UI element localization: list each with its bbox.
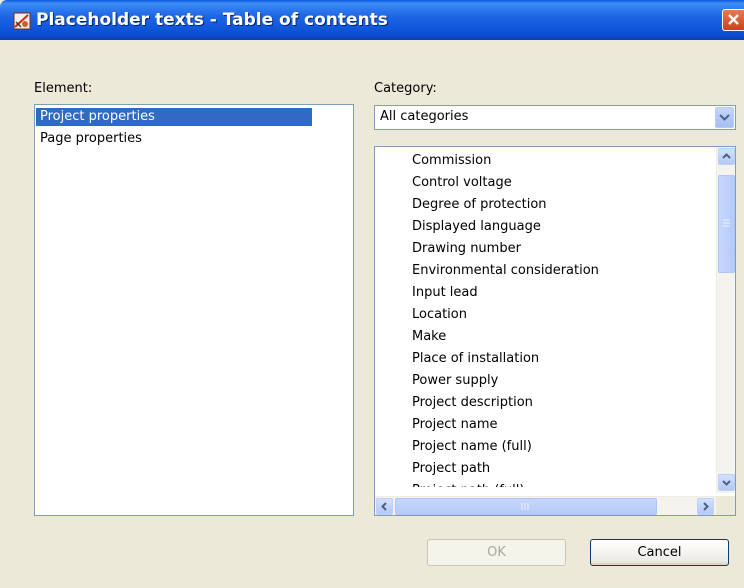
vertical-scroll-thumb[interactable] [718, 175, 735, 273]
scroll-right-button[interactable] [697, 498, 714, 515]
element-tree[interactable] [34, 104, 354, 516]
list-item[interactable]: Degree of protection [412, 196, 547, 214]
list-item[interactable]: Input lead [412, 284, 478, 302]
chevron-down-icon [716, 108, 733, 127]
close-button[interactable] [722, 9, 744, 31]
tree-item-project-properties[interactable]: Project properties [36, 108, 312, 126]
list-item[interactable]: Project description [412, 394, 533, 412]
scroll-down-button[interactable] [718, 474, 735, 491]
window-title: Placeholder texts - Table of contents [36, 10, 388, 30]
list-item[interactable]: Power supply [412, 372, 498, 390]
grip-icon [719, 176, 734, 272]
scroll-up-button[interactable] [718, 148, 735, 165]
list-item[interactable]: Commission [412, 152, 491, 170]
chevron-right-icon [698, 499, 713, 514]
list-item[interactable]: Place of installation [412, 350, 539, 368]
cancel-button[interactable]: Cancel [590, 539, 729, 566]
element-label: Element: [34, 81, 93, 96]
tree-item-page-properties[interactable]: Page properties [36, 130, 146, 148]
list-item[interactable]: Project name (full) [412, 438, 532, 456]
list-item[interactable]: Displayed language [412, 218, 541, 236]
scroll-left-button[interactable] [376, 498, 393, 515]
list-item[interactable]: Make [412, 328, 446, 346]
vertical-scrollbar[interactable] [716, 147, 735, 493]
placeholder-list-items: Commission Control voltage Degree of prote… [375, 147, 711, 487]
chevron-left-icon [377, 499, 392, 514]
scrollbar-corner [716, 496, 735, 515]
category-select-value: All categories [380, 109, 469, 124]
dropdown-button[interactable] [715, 107, 734, 128]
horizontal-scrollbar[interactable] [375, 496, 716, 515]
list-item[interactable]: Drawing number [412, 240, 521, 258]
title-bar[interactable]: Placeholder texts - Table of contents [0, 0, 744, 40]
category-label: Category: [374, 81, 437, 96]
list-item[interactable]: Control voltage [412, 174, 512, 192]
list-item[interactable]: Location [412, 306, 467, 324]
category-select[interactable]: All categories [374, 105, 736, 130]
list-item[interactable]: Project name [412, 416, 497, 434]
ok-button[interactable]: OK [427, 539, 566, 566]
horizontal-scroll-thumb[interactable] [395, 498, 657, 515]
placeholder-list[interactable]: Commission Control voltage Degree of prote… [374, 146, 736, 516]
close-icon [723, 10, 744, 30]
list-item[interactable]: Project path (full) [412, 482, 524, 487]
list-item[interactable]: Environmental consideration [412, 262, 599, 280]
chevron-down-icon [719, 475, 734, 490]
chevron-up-icon [719, 149, 734, 164]
grip-icon [396, 499, 656, 514]
list-item[interactable]: Project path [412, 460, 490, 478]
app-icon [13, 12, 31, 30]
dialog-window: Placeholder texts - Table of contents El… [0, 0, 744, 588]
